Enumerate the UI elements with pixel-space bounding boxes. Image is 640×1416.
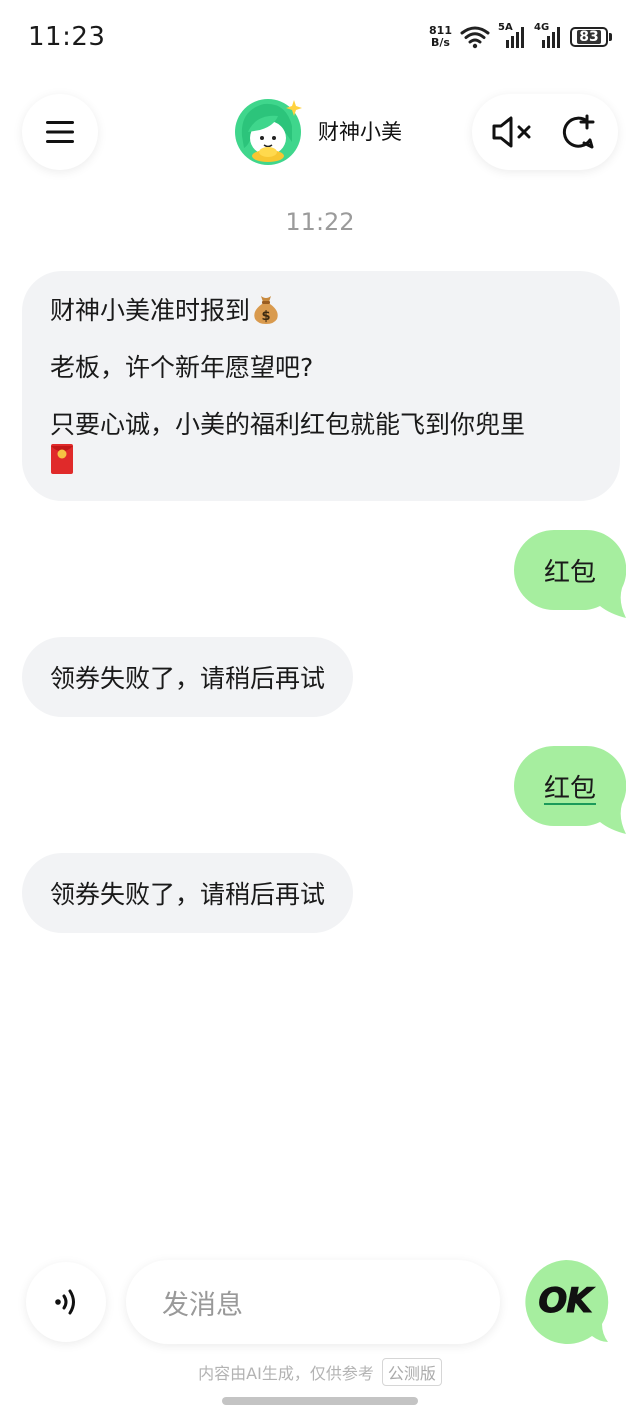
svg-text:$: $ xyxy=(261,309,270,324)
new-chat-icon xyxy=(562,114,594,149)
message-text-wrap: 红包 xyxy=(514,746,626,826)
message-text: 领券失败了，请稍后再试 xyxy=(50,880,326,909)
chat-timestamp: 11:22 xyxy=(285,208,355,236)
bot-message[interactable]: 领券失败了，请稍后再试 xyxy=(22,853,354,933)
message-text[interactable]: 红包 xyxy=(544,768,596,805)
signal-4g: 4G xyxy=(534,22,562,50)
ai-disclaimer: 内容由AI生成，仅供参考 公测版 xyxy=(0,1358,640,1386)
status-bar: 11:23 811 B/s 5A 4G 83 xyxy=(0,0,640,80)
message-line: 只要心诚，小美的福利红包就能飞到你兜里 xyxy=(50,407,592,479)
bot-message[interactable]: 财神小美准时报到 $ 老板，许个新年愿望吧? 只要心诚，小美的福利红包就能飞到你… xyxy=(22,271,620,501)
menu-icon xyxy=(46,121,74,143)
message-input-placeholder: 发消息 xyxy=(162,1289,243,1321)
menu-button[interactable] xyxy=(22,94,98,170)
wifi-icon xyxy=(460,26,490,49)
mute-icon xyxy=(492,116,530,148)
bot-name: 财神小美 xyxy=(318,120,402,144)
send-button[interactable]: OK xyxy=(522,1258,612,1348)
message-text: 老板，许个新年愿望吧? xyxy=(50,353,314,382)
disclaimer-text: 内容由AI生成，仅供参考 xyxy=(198,1364,374,1383)
battery-level: 83 xyxy=(577,29,601,45)
network-speed-unit: B/s xyxy=(431,36,450,49)
user-message[interactable]: 红包 xyxy=(514,530,626,618)
user-message[interactable]: 红包 xyxy=(514,746,626,834)
signal-5a: 5A xyxy=(498,22,526,50)
battery-body: 83 xyxy=(570,27,608,47)
chat-header: 财神小美 xyxy=(0,92,640,172)
red-envelope-icon xyxy=(51,444,73,474)
bot-identity[interactable]: 财神小美 xyxy=(234,96,402,166)
chat-screen: 11:23 811 B/s 5A 4G 83 财神小美 11:22 财神小美准时… xyxy=(0,0,640,1416)
header-actions xyxy=(472,94,618,170)
message-text: 只要心诚，小美的福利红包就能飞到你兜里 xyxy=(50,410,526,439)
network-speed: 811 B/s xyxy=(429,25,452,49)
battery-icon: 83 xyxy=(570,27,612,47)
message-line: 老板，许个新年愿望吧? xyxy=(50,350,592,386)
status-icons: 811 B/s 5A 4G 83 xyxy=(429,22,612,50)
mute-button[interactable] xyxy=(489,108,537,156)
signal-bars-icon xyxy=(506,27,524,48)
signal-bars-icon xyxy=(542,27,560,48)
money-bag-icon: $ xyxy=(254,296,278,324)
send-button-label: OK xyxy=(538,1281,593,1322)
message-text: 红包 xyxy=(543,557,596,588)
battery-cap xyxy=(609,33,612,41)
new-chat-button[interactable] xyxy=(554,108,602,156)
home-indicator[interactable] xyxy=(222,1397,418,1405)
bot-avatar xyxy=(235,99,302,165)
message-text: 领券失败了，请稍后再试 xyxy=(50,664,326,693)
message-line: 财神小美准时报到 $ xyxy=(50,293,592,329)
voice-icon xyxy=(55,1289,75,1315)
beta-badge: 公测版 xyxy=(381,1358,442,1386)
status-time: 11:23 xyxy=(28,22,106,52)
message-text: 财神小美准时报到 xyxy=(50,296,251,325)
bot-message[interactable]: 领券失败了，请稍后再试 xyxy=(22,637,354,717)
voice-input-button[interactable] xyxy=(26,1262,106,1342)
message-input[interactable]: 发消息 xyxy=(126,1260,500,1344)
